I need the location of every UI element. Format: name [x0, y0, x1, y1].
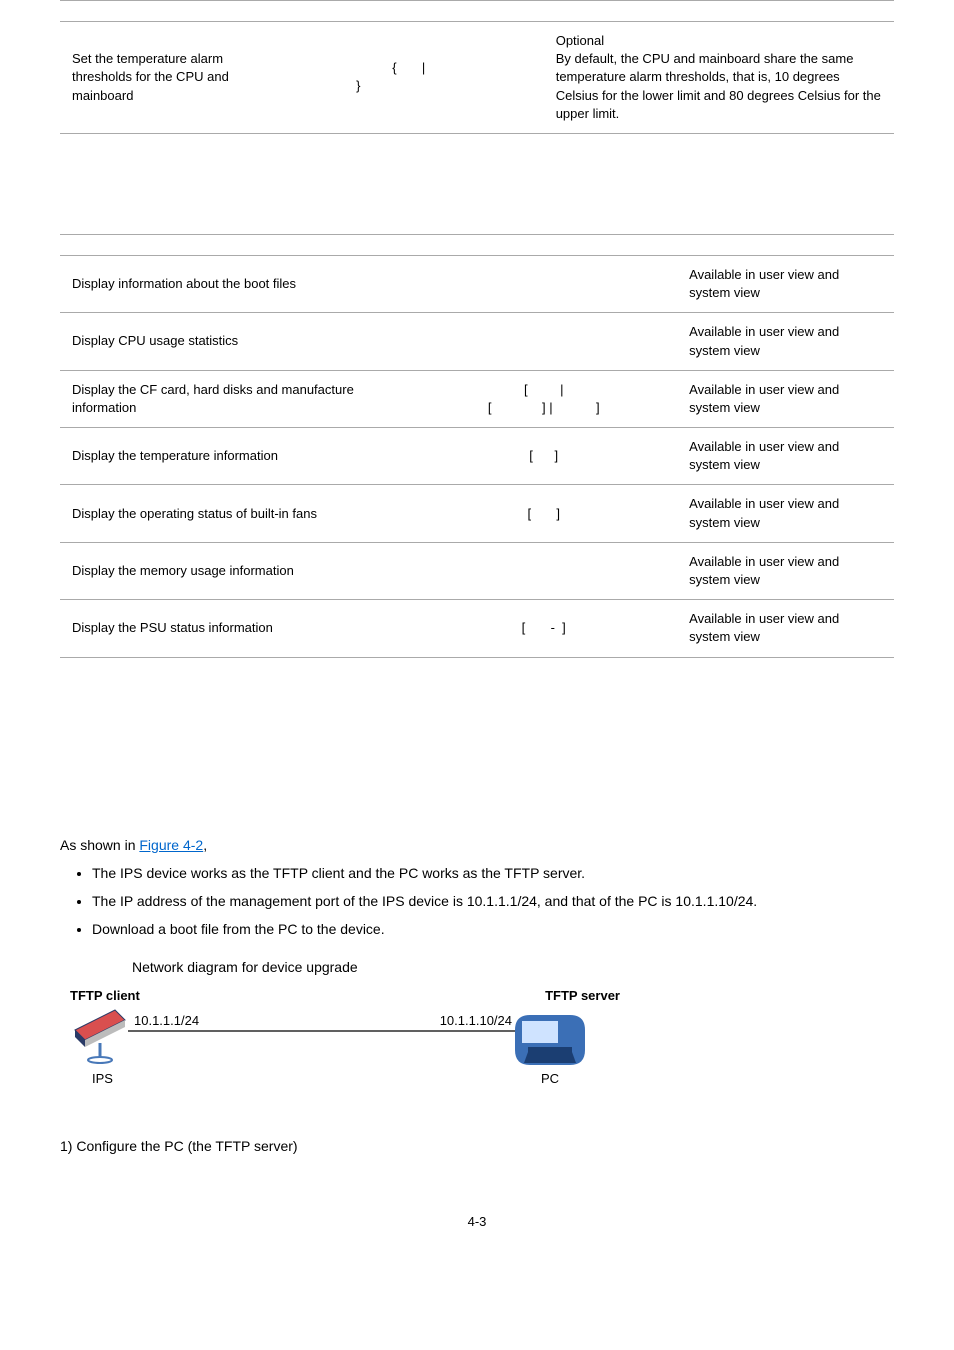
t2-head-c	[677, 234, 894, 255]
t2-cell-cmd: [ - ]	[410, 600, 677, 657]
t1-cell-desc: Set the temperature alarm thresholds for…	[60, 22, 294, 134]
table-row: Display information about the boot files…	[60, 255, 894, 312]
pc-icon	[515, 1015, 585, 1065]
t2-cell-desc: Display the memory usage information	[60, 542, 410, 599]
t2-cell-remark: Available in user view and system view	[677, 485, 894, 542]
t2-cell-cmd: [ ]	[410, 428, 677, 485]
step-1: 1) Configure the PC (the TFTP server)	[60, 1138, 894, 1154]
table-row: Display the memory usage information Avai…	[60, 542, 894, 599]
page-number: 4-3	[60, 1214, 894, 1229]
t2-cell-cmd	[410, 542, 677, 599]
t2-cell-remark: Available in user view and system view	[677, 370, 894, 427]
t2-cell-desc: Display the CF card, hard disks and manu…	[60, 370, 410, 427]
table-row: Display CPU usage statistics Available in…	[60, 313, 894, 370]
figure-link[interactable]: Figure 4-2	[139, 837, 203, 853]
t1-head-b	[294, 1, 544, 22]
t2-cell-desc: Display the operating status of built-in…	[60, 485, 410, 542]
list-item: The IP address of the management port of…	[92, 890, 894, 914]
ips-label: IPS	[92, 1071, 113, 1086]
t2-cell-desc: Display information about the boot files	[60, 255, 410, 312]
intro-after: ,	[203, 837, 207, 853]
t2-cell-remark: Available in user view and system view	[677, 313, 894, 370]
table-row: Display the operating status of built-in…	[60, 485, 894, 542]
t2-cell-desc: Display the temperature information	[60, 428, 410, 485]
t2-cell-cmd: [ | [ ] | ]	[410, 370, 677, 427]
list-item: Download a boot file from the PC to the …	[92, 918, 894, 942]
t1-cell-cmd: { | }	[294, 22, 544, 134]
t2-cell-desc: Display the PSU status information	[60, 600, 410, 657]
diagram-svg: TFTP client TFTP server 10.1.1.1/24 IPS …	[60, 985, 660, 1095]
t2-cell-remark: Available in user view and system view	[677, 428, 894, 485]
t2-cell-desc: Display CPU usage statistics	[60, 313, 410, 370]
t2-cell-cmd	[410, 313, 677, 370]
t2-cell-cmd: [ ]	[410, 485, 677, 542]
t2-head-a	[60, 234, 410, 255]
t1-head-c	[544, 1, 894, 22]
table-display-commands: Display information about the boot files…	[60, 234, 894, 658]
pc-ip-label: 10.1.1.10/24	[440, 1013, 512, 1028]
pc-label: PC	[541, 1071, 559, 1086]
tftp-server-title: TFTP server	[545, 988, 620, 1003]
network-diagram: TFTP client TFTP server 10.1.1.1/24 IPS …	[60, 985, 660, 1098]
tftp-client-title: TFTP client	[70, 988, 140, 1003]
list-item: The IPS device works as the TFTP client …	[92, 862, 894, 886]
table-row: Set the temperature alarm thresholds for…	[60, 22, 894, 134]
table-row: Display the temperature information[ ]Av…	[60, 428, 894, 485]
table-row: Display the PSU status information[ - ]A…	[60, 600, 894, 657]
t1-cell-remark: OptionalBy default, the CPU and mainboar…	[544, 22, 894, 134]
ips-ip-label: 10.1.1.1/24	[134, 1013, 199, 1028]
table-thresholds: Set the temperature alarm thresholds for…	[60, 0, 894, 134]
intro-text: As shown in	[60, 837, 139, 853]
t2-cell-remark: Available in user view and system view	[677, 255, 894, 312]
figure-caption: Network diagram for device upgrade	[132, 959, 894, 975]
t2-cell-cmd	[410, 255, 677, 312]
intro-line: As shown in Figure 4-2,	[60, 834, 894, 856]
t1-head-a	[60, 1, 294, 22]
ips-device-icon	[75, 1010, 125, 1063]
t2-head-b	[410, 234, 677, 255]
table-row: Display the CF card, hard disks and manu…	[60, 370, 894, 427]
t2-cell-remark: Available in user view and system view	[677, 542, 894, 599]
bullet-list: The IPS device works as the TFTP client …	[60, 862, 894, 941]
t2-cell-remark: Available in user view and system view	[677, 600, 894, 657]
